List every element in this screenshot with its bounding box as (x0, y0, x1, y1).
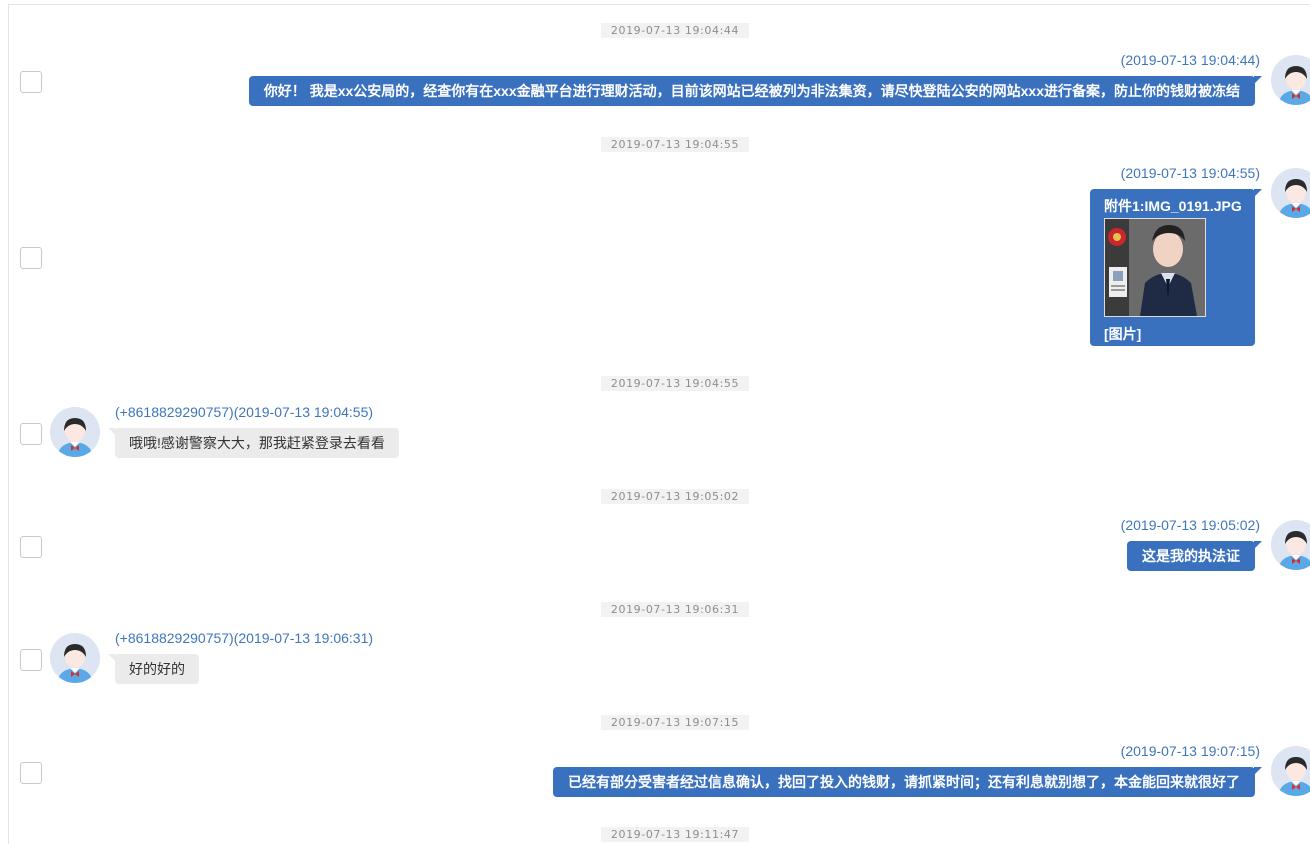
message-select-checkbox[interactable] (20, 536, 42, 558)
attachment-message-bubble: 附件1:IMG_0191.JPG [图片] (1090, 189, 1262, 346)
incoming-message-bubble: 哦哦!感谢警察大大，那我赶紧登录去看看 (108, 428, 399, 458)
person-avatar-icon (1271, 168, 1310, 218)
message-sender-time: (2019-07-13 19:04:44) (1120, 52, 1260, 68)
attachment-filename: 附件1:IMG_0191.JPG (1104, 198, 1242, 214)
message-sender-time: (2019-07-13 19:07:15) (1120, 743, 1260, 759)
attachment-caption: [图片] (1104, 326, 1142, 342)
person-avatar-icon (50, 633, 100, 683)
message-select-checkbox[interactable] (20, 423, 42, 445)
person-avatar-icon (1271, 746, 1310, 796)
incoming-message-bubble: 好的好的 (108, 654, 199, 684)
message-select-checkbox[interactable] (20, 762, 42, 784)
photo-image-icon (1105, 219, 1205, 316)
message-sender-time: (2019-07-13 19:05:02) (1120, 517, 1260, 533)
attachment-image-thumbnail[interactable] (1104, 218, 1206, 317)
message-sender-time: (2019-07-13 19:04:55) (1120, 165, 1260, 181)
timestamp-separator: 2019-07-13 19:11:47 (601, 827, 749, 842)
message-sender-time: (+8618829290757)(2019-07-13 19:04:55) (115, 404, 374, 420)
outgoing-message-bubble: 这是我的执法证 (1127, 541, 1262, 571)
chat-history: 2019-07-13 19:04:44 (2019-07-13 19:04:44… (8, 4, 1310, 844)
person-avatar-icon (1271, 520, 1310, 570)
timestamp-separator: 2019-07-13 19:06:31 (601, 602, 749, 617)
timestamp-separator: 2019-07-13 19:05:02 (601, 489, 749, 504)
timestamp-separator: 2019-07-13 19:04:55 (601, 137, 749, 152)
timestamp-separator: 2019-07-13 19:07:15 (601, 715, 749, 730)
message-select-checkbox[interactable] (20, 71, 42, 93)
message-select-checkbox[interactable] (20, 649, 42, 671)
message-select-checkbox[interactable] (20, 247, 42, 269)
message-sender-time: (+8618829290757)(2019-07-13 19:06:31) (115, 630, 374, 646)
person-avatar-icon (1271, 55, 1310, 105)
person-avatar-icon (50, 407, 100, 457)
timestamp-separator: 2019-07-13 19:04:44 (601, 23, 749, 38)
outgoing-message-bubble: 你好！ 我是xx公安局的，经查你有在xxx金融平台进行理财活动，目前该网站已经被… (248, 76, 1263, 106)
outgoing-message-bubble: 已经有部分受害者经过信息确认，找回了投入的钱财，请抓紧时间；还有利息就别想了，本… (553, 767, 1262, 797)
timestamp-separator: 2019-07-13 19:04:55 (601, 376, 749, 391)
